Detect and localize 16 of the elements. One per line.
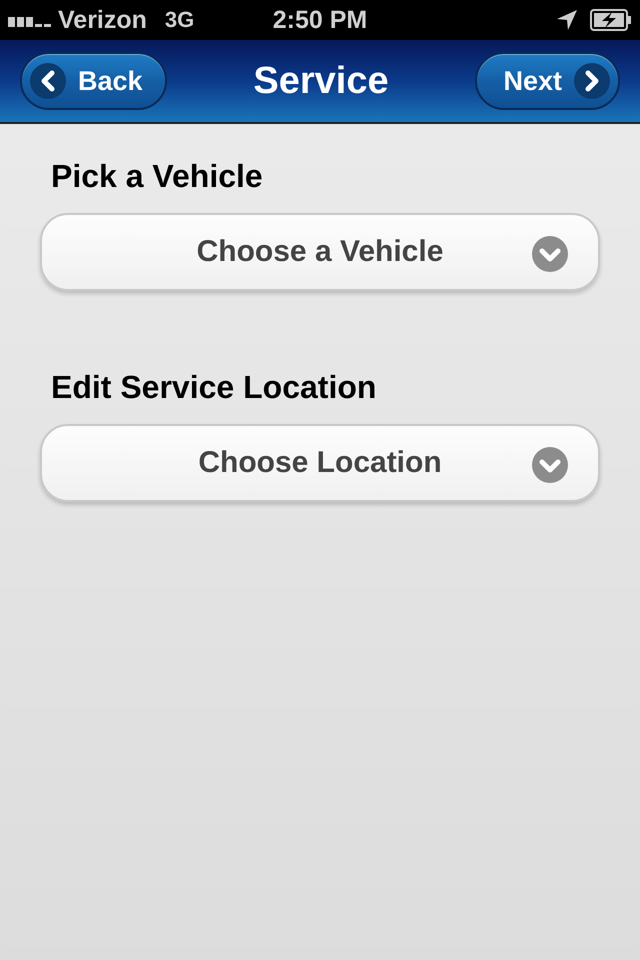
screen-title: Service (253, 60, 389, 102)
chevron-down-icon (532, 447, 568, 483)
chevron-down-icon (532, 236, 568, 272)
location-arrow-icon (556, 9, 578, 31)
section-label: Pick a Vehicle (51, 158, 264, 195)
section-label: Edit Service Location (51, 369, 378, 406)
carrier-name: Verizon (58, 6, 147, 34)
battery-charging-icon (590, 9, 632, 31)
next-button[interactable]: Next (475, 52, 620, 110)
clock-time: 2:50 PM (272, 6, 368, 34)
dropdown-select[interactable]: Choose Location (40, 424, 600, 502)
back-button[interactable]: Back (20, 52, 167, 110)
chevron-left-icon (30, 63, 66, 99)
chevron-right-icon (574, 63, 610, 99)
dropdown-select[interactable]: Choose a Vehicle (40, 213, 600, 291)
network-type: 3G (164, 7, 194, 33)
